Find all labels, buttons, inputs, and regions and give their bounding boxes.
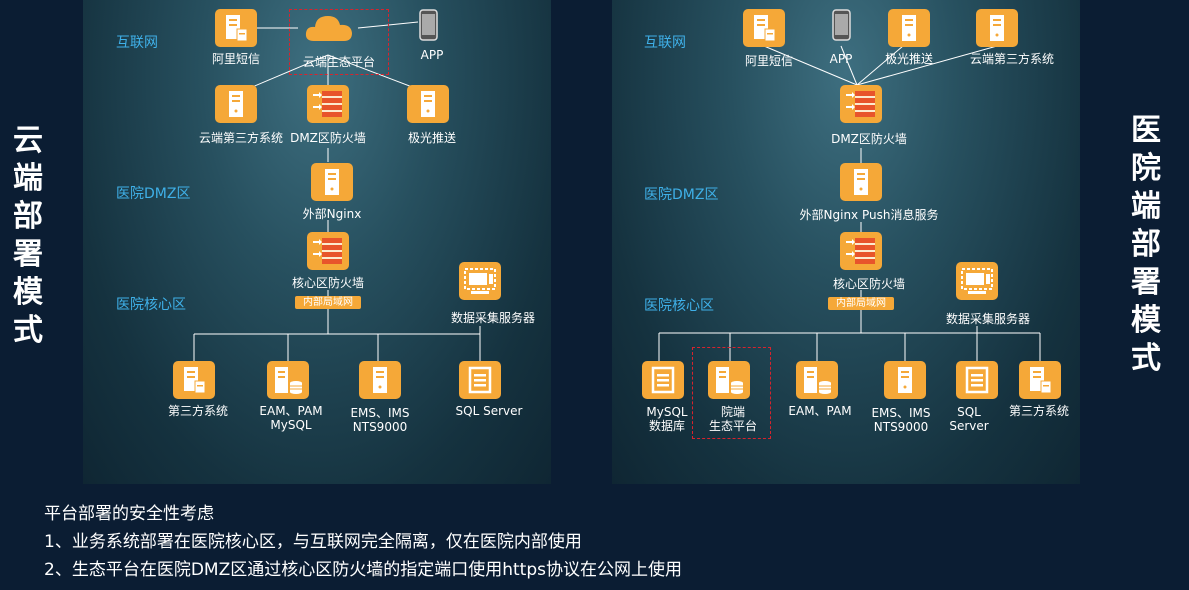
firewall-icon <box>313 91 342 117</box>
third-party-node[interactable] <box>173 361 215 399</box>
ems-ims-node[interactable] <box>884 361 926 399</box>
cloud-deployment-panel: 互联网 医院DMZ区 医院核心区 阿里短信 云端生态平台 APP 云端第三方系统… <box>83 0 551 484</box>
zone-core-label: 医院核心区 <box>644 298 714 314</box>
nginx-push-node[interactable] <box>840 163 882 201</box>
monitor-icon <box>961 268 993 294</box>
data-collector-node[interactable] <box>459 262 501 300</box>
sql-server-node[interactable] <box>956 361 998 399</box>
dmz-firewall-label: DMZ区防火墙 <box>290 131 366 145</box>
dmz-firewall-label: DMZ区防火墙 <box>831 132 907 146</box>
server-icon <box>421 91 435 117</box>
eam-pam-node[interactable] <box>796 361 838 399</box>
sql-server-label: SQL Server <box>949 405 989 433</box>
notes-heading: 平台部署的安全性考虑 <box>44 504 214 524</box>
eam-pam-node[interactable] <box>267 361 309 399</box>
hospital-deployment-panel: 互联网 医院DMZ区 医院核心区 阿里短信 APP 极光推送 云端第三方系统 D… <box>612 0 1080 484</box>
hospital-platform-node[interactable] <box>708 361 750 399</box>
jpush-node[interactable] <box>407 85 449 123</box>
server-icon <box>229 91 243 117</box>
ems-ims-label: EMS、IMS NTS9000 <box>871 406 931 434</box>
mysql-database-label: MySQL 数据库 <box>646 405 688 433</box>
core-firewall-node[interactable] <box>840 232 882 270</box>
notes-line-2: 2、生态平台在医院DMZ区通过核心区防火墙的指定端口使用https协议在公网上使… <box>44 560 682 580</box>
eam-pam-label: EAM、PAM <box>788 404 852 418</box>
server-icon <box>373 367 387 393</box>
core-firewall-label: 核心区防火墙 <box>291 276 365 290</box>
server-icon <box>854 169 868 195</box>
jpush-label: 极光推送 <box>884 52 934 66</box>
ems-ims-node[interactable] <box>359 361 401 399</box>
sql-server-node[interactable] <box>459 361 501 399</box>
sql-server-label: SQL Server <box>455 404 523 418</box>
storage-icon <box>651 366 675 394</box>
zone-internet-label: 互联网 <box>116 35 158 51</box>
server-icon <box>898 367 912 393</box>
server-database-icon <box>804 367 831 394</box>
ems-ims-label: EMS、IMS NTS9000 <box>350 406 410 434</box>
aliyun-sms-label: 阿里短信 <box>211 52 261 66</box>
notes-line-1: 1、业务系统部署在医院核心区，与互联网完全隔离，仅在医院内部使用 <box>44 532 582 552</box>
cloud-third-party-label: 云端第三方系统 <box>969 52 1055 66</box>
left-side-title: 云 端 部 署 模 式 <box>13 123 43 348</box>
cloud-third-party-node[interactable] <box>215 85 257 123</box>
jpush-label: 极光推送 <box>407 131 457 145</box>
server-icon <box>990 15 1004 41</box>
eam-pam-label: EAM、PAM MySQL <box>259 404 323 432</box>
data-collector-label: 数据采集服务器 <box>945 312 1031 326</box>
app-label: APP <box>420 48 444 62</box>
cloud-third-party-node[interactable] <box>976 9 1018 47</box>
core-firewall-label: 核心区防火墙 <box>832 277 906 291</box>
mysql-database-node[interactable] <box>642 361 684 399</box>
server-database-icon <box>275 367 302 394</box>
third-party-label: 第三方系统 <box>1008 404 1070 418</box>
monitor-icon <box>464 268 496 294</box>
zone-dmz-label: 医院DMZ区 <box>644 187 719 203</box>
phone-icon[interactable] <box>418 8 440 42</box>
server-icon <box>325 169 339 195</box>
aliyun-sms-node[interactable] <box>215 9 257 47</box>
storage-icon <box>965 366 989 394</box>
nginx-label: 外部Nginx <box>302 207 362 221</box>
nginx-node[interactable] <box>311 163 353 201</box>
dmz-firewall-node[interactable] <box>840 85 882 123</box>
server-doc-icon <box>184 367 206 394</box>
intranet-tag: 内部局域网 <box>828 297 894 310</box>
cloud-platform-label: 云端生态平台 <box>302 55 376 69</box>
hospital-platform-label: 院端 生态平台 <box>708 405 758 433</box>
zone-dmz-label: 医院DMZ区 <box>116 186 191 202</box>
phone-icon[interactable] <box>831 8 853 42</box>
server-icon <box>902 15 916 41</box>
storage-icon <box>468 366 492 394</box>
core-firewall-node[interactable] <box>307 232 349 270</box>
data-collector-node[interactable] <box>956 262 998 300</box>
jpush-node[interactable] <box>888 9 930 47</box>
third-party-label: 第三方系统 <box>167 404 229 418</box>
server-doc-icon <box>754 15 776 42</box>
server-doc-icon <box>226 15 248 42</box>
app-label: APP <box>829 52 853 66</box>
aliyun-sms-label: 阿里短信 <box>744 54 794 68</box>
firewall-icon <box>846 238 875 264</box>
intranet-tag: 内部局域网 <box>295 296 361 309</box>
aliyun-sms-node[interactable] <box>743 9 785 47</box>
zone-internet-label: 互联网 <box>644 35 686 51</box>
dmz-firewall-node[interactable] <box>307 85 349 123</box>
right-side-title: 医 院 端 部 署 模 式 <box>1131 113 1161 376</box>
cloud-third-party-label: 云端第三方系统 <box>198 131 284 145</box>
security-notes: 平台部署的安全性考虑 1、业务系统部署在医院核心区，与互联网完全隔离，仅在医院内… <box>44 500 682 584</box>
zone-core-label: 医院核心区 <box>116 297 186 313</box>
server-doc-icon <box>1030 367 1052 394</box>
server-database-icon <box>716 367 743 394</box>
data-collector-label: 数据采集服务器 <box>450 311 536 325</box>
third-party-node[interactable] <box>1019 361 1061 399</box>
nginx-push-label: 外部Nginx Push消息服务 <box>799 208 939 222</box>
firewall-icon <box>313 238 342 264</box>
firewall-icon <box>846 91 875 117</box>
cloud-icon[interactable] <box>304 11 354 45</box>
